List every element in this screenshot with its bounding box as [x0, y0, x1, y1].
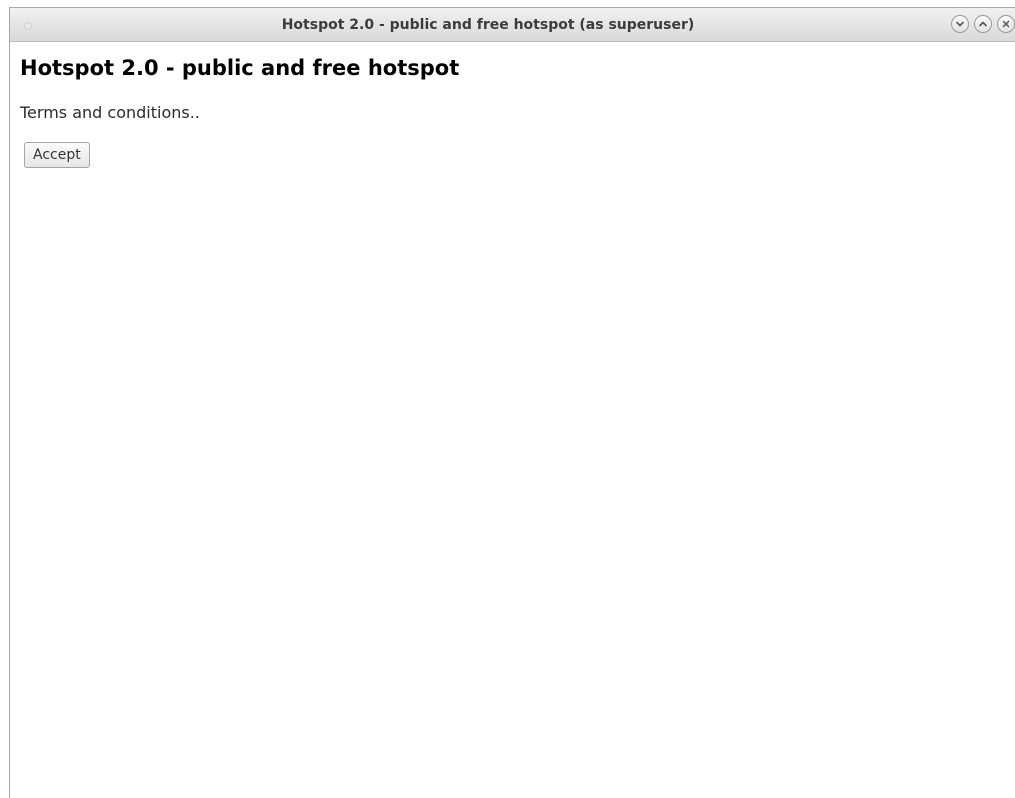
title-bar[interactable]: Hotspot 2.0 - public and free hotspot (a…	[10, 8, 1015, 42]
minimize-button[interactable]	[951, 15, 969, 33]
maximize-icon	[978, 19, 988, 29]
accept-button[interactable]: Accept	[24, 142, 90, 168]
maximize-button[interactable]	[974, 15, 992, 33]
app-window: Hotspot 2.0 - public and free hotspot (a…	[9, 7, 1015, 798]
page-content: Hotspot 2.0 - public and free hotspot Te…	[10, 42, 1015, 798]
page-title: Hotspot 2.0 - public and free hotspot	[20, 56, 460, 80]
close-icon	[1001, 19, 1011, 29]
terms-text: Terms and conditions..	[20, 103, 200, 122]
window-controls	[951, 15, 1015, 35]
close-button[interactable]	[997, 15, 1015, 33]
window-title: Hotspot 2.0 - public and free hotspot (a…	[281, 17, 695, 33]
minimize-icon	[955, 19, 965, 29]
